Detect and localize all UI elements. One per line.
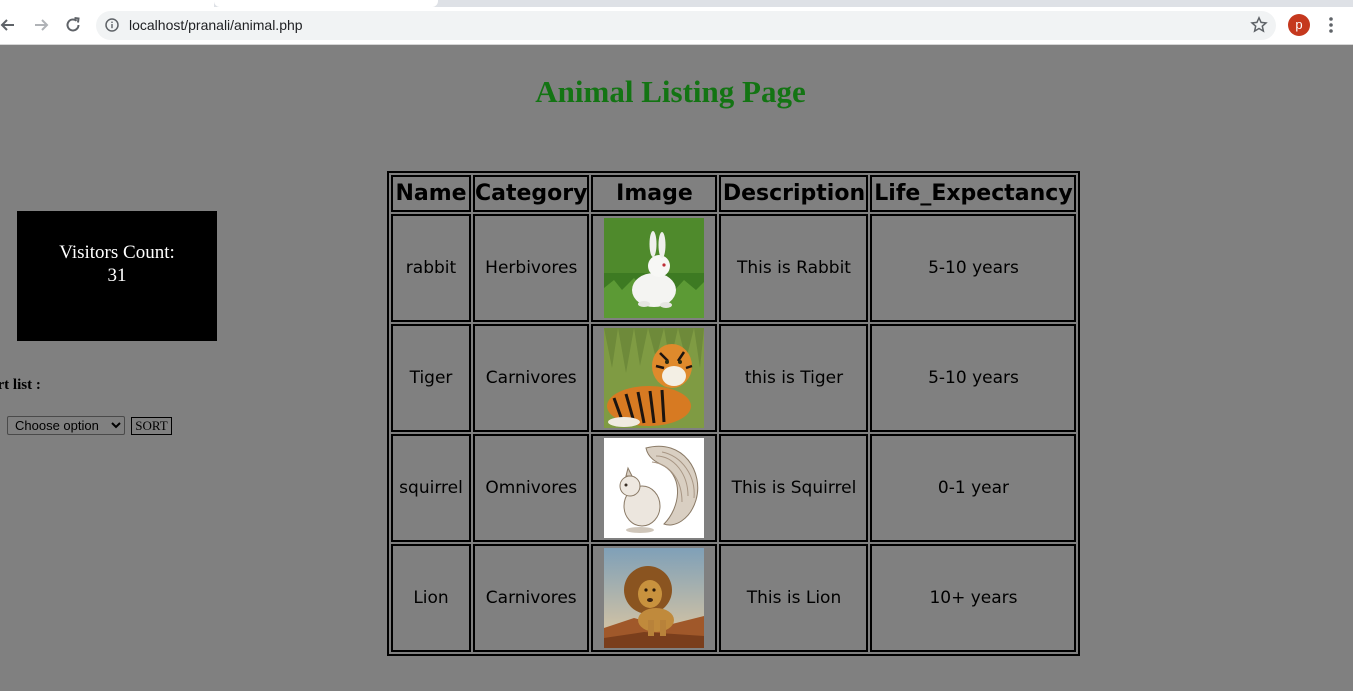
visitor-count-box: Visitors Count: 31 bbox=[17, 211, 217, 341]
table-row: squirrel Omnivores This is Squirrel 0-1 … bbox=[391, 434, 1077, 542]
header-life-expectancy: Life_Expectancy bbox=[870, 175, 1077, 212]
animal-table: Name Category Image Description Life_Exp… bbox=[387, 171, 1081, 656]
table-row: rabbit Herbivores This is Rabbit 5-10 ye bbox=[391, 214, 1077, 322]
cell-description: This is Rabbit bbox=[719, 214, 869, 322]
cell-category: Herbivores bbox=[473, 214, 590, 322]
cell-category: Carnivores bbox=[473, 324, 590, 432]
cell-life-expectancy: 0-1 year bbox=[870, 434, 1077, 542]
squirrel-image bbox=[604, 438, 705, 538]
visitor-count-label: Visitors Count: bbox=[59, 242, 175, 263]
cell-name: squirrel bbox=[391, 434, 471, 542]
forward-icon[interactable] bbox=[29, 13, 53, 37]
info-icon[interactable] bbox=[105, 18, 119, 32]
cell-image bbox=[591, 544, 718, 652]
browser-toolbar: localhost/pranali/animal.php p bbox=[0, 7, 1353, 45]
cell-life-expectancy: 5-10 years bbox=[870, 214, 1077, 322]
cell-category: Carnivores bbox=[473, 544, 590, 652]
sort-list-label: ort list : bbox=[0, 377, 41, 393]
cell-life-expectancy: 10+ years bbox=[870, 544, 1077, 652]
page-title: Animal Listing Page bbox=[535, 74, 806, 109]
reload-icon[interactable] bbox=[61, 13, 85, 37]
address-bar[interactable]: localhost/pranali/animal.php bbox=[96, 11, 1276, 40]
tab-strip bbox=[0, 0, 1353, 7]
bookmark-star-icon[interactable] bbox=[1250, 16, 1268, 34]
header-image: Image bbox=[591, 175, 718, 212]
cell-image bbox=[591, 214, 718, 322]
header-description: Description bbox=[719, 175, 869, 212]
cell-name: Tiger bbox=[391, 324, 471, 432]
sort-select[interactable]: Choose option bbox=[7, 416, 125, 435]
profile-avatar[interactable]: p bbox=[1288, 14, 1310, 36]
cell-name: rabbit bbox=[391, 214, 471, 322]
header-category: Category bbox=[473, 175, 590, 212]
cell-name: Lion bbox=[391, 544, 471, 652]
url-text[interactable]: localhost/pranali/animal.php bbox=[129, 17, 303, 33]
cell-category: Omnivores bbox=[473, 434, 590, 542]
header-name: Name bbox=[391, 175, 471, 212]
lion-image bbox=[604, 548, 705, 648]
cell-description: This is Lion bbox=[719, 544, 869, 652]
table-row: Tiger Carnivores this is Tiger 5-10 year bbox=[391, 324, 1077, 432]
tiger-image bbox=[604, 328, 705, 428]
rabbit-image bbox=[604, 218, 705, 318]
cell-description: This is Squirrel bbox=[719, 434, 869, 542]
table-row: Lion Carnivores This is Lion 10+ years bbox=[391, 544, 1077, 652]
sort-button[interactable]: SORT bbox=[131, 417, 172, 435]
cell-description: this is Tiger bbox=[719, 324, 869, 432]
back-icon[interactable] bbox=[0, 13, 20, 37]
cell-image bbox=[591, 434, 718, 542]
table-header-row: Name Category Image Description Life_Exp… bbox=[391, 175, 1077, 212]
more-menu-icon[interactable] bbox=[1323, 15, 1339, 35]
active-tab[interactable] bbox=[0, 0, 1353, 7]
cell-life-expectancy: 5-10 years bbox=[870, 324, 1077, 432]
cell-image bbox=[591, 324, 718, 432]
visitor-count-value: 31 bbox=[107, 265, 127, 286]
